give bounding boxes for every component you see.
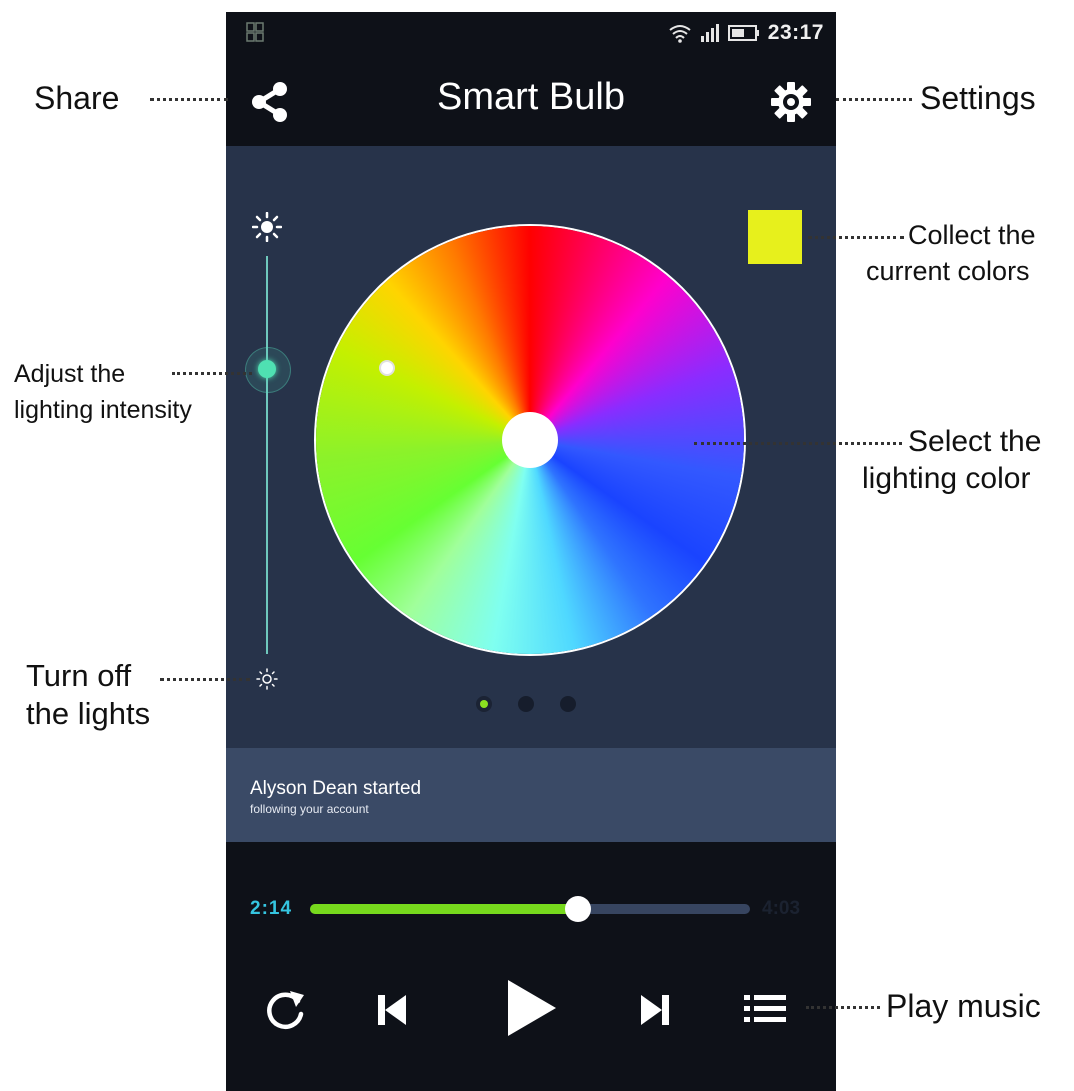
- app-notification-icon: [246, 22, 264, 42]
- annotation-turnoff-line1: Turn off: [26, 658, 132, 693]
- annotation-select-line1: Select the: [908, 425, 1042, 458]
- collect-color-swatch[interactable]: [748, 210, 802, 264]
- total-time: 4:03: [762, 898, 801, 919]
- status-indicators: 23:17: [668, 18, 824, 48]
- color-wheel-picker[interactable]: [379, 360, 395, 376]
- annotation-play-line: [806, 1006, 880, 1009]
- battery-icon: [727, 25, 759, 41]
- pager-dot-2[interactable]: [518, 696, 534, 712]
- playlist-icon[interactable]: [744, 993, 786, 1025]
- music-player: 2:14 4:03: [226, 842, 836, 1091]
- annotation-collect-line1: Collect the: [908, 220, 1036, 250]
- page-title: Smart Bulb: [437, 76, 625, 118]
- pager-dots: [476, 696, 576, 712]
- notification-title: Alyson Dean started: [250, 778, 422, 799]
- app-header: Smart Bulb: [226, 54, 836, 146]
- annotation-share: Share: [34, 80, 120, 116]
- annotation-collect-line: [808, 236, 904, 239]
- signal-icon: [700, 24, 719, 42]
- previous-track-icon[interactable]: [376, 992, 408, 1028]
- current-time: 2:14: [250, 898, 293, 919]
- gear-icon[interactable]: [769, 80, 813, 124]
- annotation-turnoff-line2: the lights: [26, 696, 151, 731]
- progress-bar[interactable]: [310, 896, 750, 922]
- annotation-settings: Settings: [920, 80, 1036, 116]
- brightness-max-icon: [252, 212, 282, 242]
- notification-subtitle: following your account: [250, 802, 369, 816]
- color-wheel-center: [502, 412, 558, 468]
- notification-banner[interactable]: Alyson Dean started following your accou…: [226, 748, 836, 842]
- brightness-slider-handle[interactable]: [258, 360, 276, 378]
- color-control-panel: [226, 146, 836, 748]
- progress-knob[interactable]: [565, 896, 592, 922]
- progress-fill: [310, 904, 579, 914]
- annotation-play: Play music: [886, 988, 1041, 1024]
- phone-screen: 23:17 Smart Bulb Alyson Dean started fol…: [226, 12, 836, 1091]
- repeat-icon[interactable]: [262, 987, 308, 1033]
- annotation-turnoff-line: [160, 678, 250, 681]
- annotation-adjust-line2: lighting intensity: [14, 396, 192, 424]
- annotation-adjust-line1: Adjust the: [14, 360, 126, 388]
- status-bar: 23:17: [226, 12, 836, 54]
- annotation-collect-line2: current colors: [866, 256, 1030, 286]
- annotation-select-line: [694, 442, 902, 445]
- status-time: 23:17: [767, 21, 824, 44]
- play-icon[interactable]: [504, 978, 558, 1038]
- pager-dot-1[interactable]: [476, 696, 492, 712]
- brightness-slider-track[interactable]: [266, 256, 268, 654]
- pager-dot-3[interactable]: [560, 696, 576, 712]
- next-track-icon[interactable]: [639, 992, 671, 1028]
- annotation-select-line2: lighting color: [862, 462, 1031, 495]
- annotation-adjust-line: [172, 372, 252, 375]
- annotation-share-line: [150, 98, 228, 101]
- color-wheel[interactable]: [316, 226, 744, 654]
- lights-off-icon[interactable]: [256, 668, 278, 690]
- wifi-icon: [669, 25, 691, 43]
- annotation-settings-line: [836, 98, 912, 101]
